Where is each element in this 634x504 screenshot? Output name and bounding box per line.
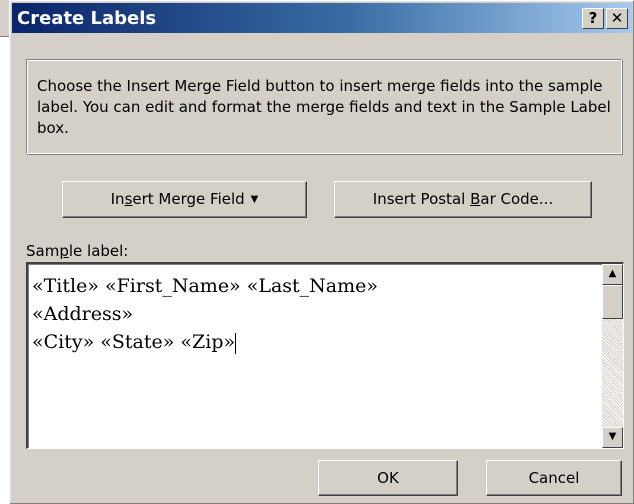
dialog-title: Create Labels — [17, 8, 157, 29]
sample-label-accesskey: p — [59, 242, 69, 260]
merge-label-part: ert Merge Field — [132, 190, 245, 208]
scroll-down-icon: ▼ — [608, 431, 617, 442]
scroll-up-icon: ▲ — [608, 268, 617, 279]
create-labels-dialog: Create Labels ? ✕ Choose the Insert Merg… — [9, 0, 634, 504]
sample-line-1: «Title» «First_Name» «Last_Name» — [32, 275, 379, 297]
sample-line-3: «City» «State» «Zip» — [32, 328, 378, 356]
sample-label-textbox[interactable]: «Title» «First_Name» «Last_Name» «Addres… — [26, 262, 624, 449]
sample-label-caption: Sample label: — [26, 242, 128, 260]
sample-line-2: «Address» — [32, 303, 134, 325]
dropdown-arrow-icon: ▼ — [250, 194, 259, 205]
sample-label-content[interactable]: «Title» «First_Name» «Last_Name» «Addres… — [32, 272, 378, 356]
postal-label-accesskey: B — [470, 190, 481, 208]
postal-label-part: Insert Postal — [372, 190, 471, 208]
instructions-text: Choose the Insert Merge Field button to … — [37, 77, 611, 137]
vertical-scrollbar[interactable]: ▲ ▼ — [602, 264, 623, 448]
instructions-panel: Choose the Insert Merge Field button to … — [26, 59, 622, 154]
close-button[interactable]: ✕ — [606, 8, 628, 29]
postal-label-part: ar Code... — [480, 190, 554, 208]
scroll-down-button[interactable]: ▼ — [602, 427, 623, 448]
insert-postal-bar-code-button[interactable]: Insert Postal Bar Code... — [334, 181, 592, 218]
sample-label-part: le label: — [68, 242, 129, 260]
title-bar: Create Labels ? ✕ — [12, 3, 632, 33]
scroll-up-button[interactable]: ▲ — [602, 264, 623, 285]
help-icon: ? — [588, 9, 598, 27]
ok-button[interactable]: OK — [318, 460, 458, 496]
close-icon: ✕ — [610, 9, 624, 27]
sample-label-part: Sam — [26, 242, 60, 260]
insert-merge-field-button[interactable]: Insert Merge Field ▼ — [62, 181, 307, 218]
sample-line-3-text: «City» «State» «Zip» — [32, 331, 236, 353]
help-button[interactable]: ? — [582, 8, 604, 29]
text-caret — [235, 332, 237, 354]
cancel-button[interactable]: Cancel — [486, 460, 622, 496]
merge-label-part: In — [110, 190, 125, 208]
scroll-thumb[interactable] — [602, 285, 623, 319]
